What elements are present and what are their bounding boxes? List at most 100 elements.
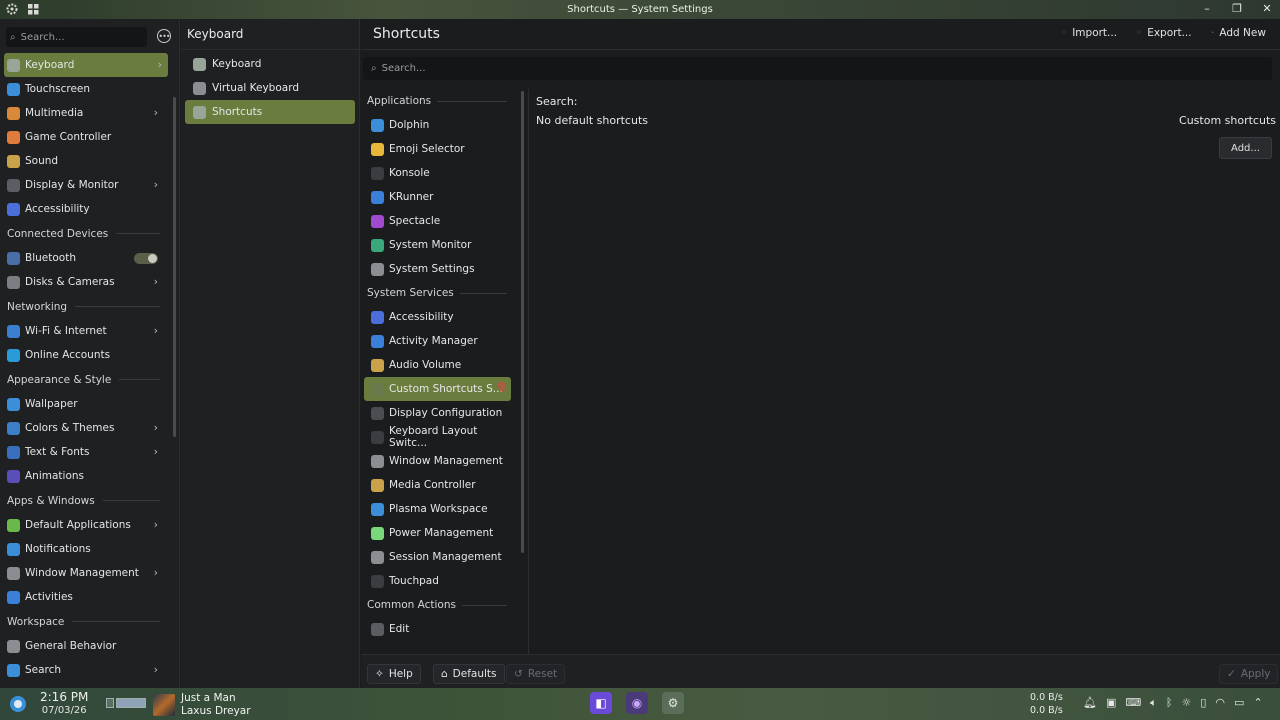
virtual-keyboard-icon (193, 81, 206, 95)
search-icon: ⌕ (371, 63, 377, 74)
section-header: Appearance & Style (0, 367, 172, 392)
accessibility-icon (7, 202, 20, 216)
media-player-widget[interactable]: Just a Man Laxus Dreyar (153, 692, 251, 718)
task-app-1-icon[interactable]: ◧ (590, 692, 612, 714)
defaults-button[interactable]: ⌂ Defaults (433, 664, 505, 684)
shortcut-group-item[interactable]: Touchpad (364, 569, 511, 593)
expand-tray-icon[interactable]: ⌃ (1253, 696, 1262, 710)
add-shortcut-button[interactable]: Add... (1219, 137, 1272, 159)
sidebar-search-input[interactable]: ⌕ Search... (6, 27, 147, 47)
chevron-right-icon: › (153, 324, 158, 337)
trash-icon[interactable]: 🗑︎ (496, 383, 507, 394)
notifications-tray-icon[interactable]: 🔔︎ (1083, 696, 1097, 710)
shortcut-group-item[interactable]: Activity Manager (364, 329, 511, 353)
session-icon (371, 550, 384, 564)
import-button[interactable]: ◦ Import... (1061, 27, 1117, 39)
sidebar-item[interactable]: Window Management › (0, 561, 172, 585)
app-settings-icon[interactable] (6, 3, 18, 15)
shortcut-group-item[interactable]: Power Management (364, 521, 511, 545)
volume-icon[interactable]: 🔈︎ (1150, 696, 1157, 710)
subnav-item[interactable]: Virtual Keyboard (185, 76, 355, 100)
sidebar-item[interactable]: Accessibility (0, 197, 172, 221)
sidebar-item[interactable]: Bluetooth (0, 246, 172, 270)
hamburger-menu-icon[interactable]: ••• (157, 29, 171, 43)
sidebar-item[interactable]: Game Controller (0, 125, 172, 149)
subnav-item[interactable]: Keyboard (185, 52, 355, 76)
wifi-tray-icon[interactable]: ◠ (1215, 696, 1225, 710)
shortcut-group-item[interactable]: Spectacle (364, 209, 511, 233)
search-icon (7, 663, 20, 677)
sidebar-item[interactable]: Wi-Fi & Internet › (0, 319, 172, 343)
sidebar-item[interactable]: Sound (0, 149, 172, 173)
subnav-item[interactable]: Shortcuts (185, 100, 355, 124)
subnav-title: Keyboard (181, 19, 359, 50)
brightness-icon[interactable]: ☼ (1181, 696, 1191, 710)
shortcut-group-item[interactable]: Dolphin (364, 113, 511, 137)
minimize-button[interactable]: – (1200, 2, 1214, 15)
shortcut-group-item[interactable]: Audio Volume (364, 353, 511, 377)
custom-shortcuts-label: Custom shortcuts (1179, 114, 1276, 127)
help-button[interactable]: ✧ Help (367, 664, 421, 684)
sidebar-item[interactable]: Touchscreen (0, 77, 172, 101)
bluetooth-tray-icon[interactable]: ᛒ (1166, 696, 1173, 710)
shortcut-group-item[interactable]: Session Management (364, 545, 511, 569)
sidebar-item[interactable]: Activities (0, 585, 172, 609)
close-button[interactable]: ✕ (1260, 2, 1274, 15)
sidebar-item[interactable]: Keyboard › (4, 53, 168, 77)
network-speed-widget[interactable]: 0.0 B/s 0.0 B/s (1030, 691, 1063, 717)
sidebar: ⌕ Search... ••• Keyboard › Touchscreen Mult… (0, 19, 180, 688)
shortcut-group-item[interactable]: KRunner (364, 185, 511, 209)
task-system-settings-icon[interactable]: ⚙ (662, 692, 684, 714)
shortcut-group-item[interactable]: System Monitor (364, 233, 511, 257)
window-icon (371, 454, 384, 468)
apply-button[interactable]: ✓ Apply (1219, 664, 1279, 684)
sidebar-item[interactable]: Disks & Cameras › (0, 270, 172, 294)
sidebar-scrollbar[interactable] (173, 97, 176, 437)
shortcut-group-item[interactable]: Window Management (364, 449, 511, 473)
shortcut-list-scrollbar[interactable] (521, 91, 524, 553)
media-title: Just a Man (181, 692, 236, 704)
reset-button[interactable]: ↺ Reset (506, 664, 566, 684)
sidebar-item[interactable]: Search › (0, 658, 172, 682)
shortcut-group-item[interactable]: Accessibility (364, 305, 511, 329)
shortcut-group-item[interactable]: System Settings (364, 257, 511, 281)
keyboard-tray-icon[interactable]: ⌨ (1125, 696, 1141, 710)
shortcut-group-item[interactable]: Custom Shortcuts S... 🗑︎ (364, 377, 511, 401)
shortcut-group-item[interactable]: Emoji Selector (364, 137, 511, 161)
sidebar-item[interactable]: Notifications (0, 537, 172, 561)
virtual-desktop-pager[interactable] (106, 698, 146, 708)
shortcut-group-item[interactable]: Display Configuration (364, 401, 511, 425)
divider (461, 604, 507, 606)
sidebar-item[interactable]: Default Applications › (0, 513, 172, 537)
fonts-icon (7, 445, 20, 459)
shortcuts-search-input[interactable]: ⌕ Search... (363, 57, 1272, 80)
shortcut-group-item[interactable]: Plasma Workspace (364, 497, 511, 521)
device-icon[interactable]: ▯ (1200, 696, 1206, 710)
shortcut-group-item[interactable]: Edit (364, 617, 511, 641)
bluetooth-toggle[interactable] (134, 253, 158, 264)
clock[interactable]: 2:16 PM 07/03/26 (40, 691, 88, 717)
sidebar-item[interactable]: Multimedia › (0, 101, 172, 125)
shortcut-group-item[interactable]: Konsole (364, 161, 511, 185)
shortcut-group-item[interactable]: Media Controller (364, 473, 511, 497)
export-button[interactable]: ◦ Export... (1136, 27, 1192, 39)
app-launcher-icon[interactable] (9, 695, 27, 713)
sidebar-item[interactable]: Display & Monitor › (0, 173, 172, 197)
divider (459, 292, 507, 294)
folder-icon (371, 118, 384, 132)
sidebar-item[interactable]: Colors & Themes › (0, 416, 172, 440)
sidebar-item[interactable]: General Behavior (0, 634, 172, 658)
sidebar-item[interactable]: Wallpaper (0, 392, 172, 416)
group-header: System Services (361, 281, 529, 305)
wifi-icon (7, 324, 20, 338)
pin-icon[interactable] (28, 3, 39, 15)
battery-icon[interactable]: ▭ (1234, 696, 1244, 710)
sidebar-item[interactable]: Online Accounts (0, 343, 172, 367)
shortcut-group-item[interactable]: Keyboard Layout Switc... (364, 425, 511, 449)
restore-button[interactable]: ❐ (1230, 2, 1244, 15)
sidebar-item[interactable]: Animations (0, 464, 172, 488)
add-new-button[interactable]: · Add New (1211, 27, 1266, 39)
task-app-2-icon[interactable]: ◉ (626, 692, 648, 714)
clipboard-icon[interactable]: ▣ (1106, 696, 1116, 710)
sidebar-item[interactable]: Text & Fonts › (0, 440, 172, 464)
